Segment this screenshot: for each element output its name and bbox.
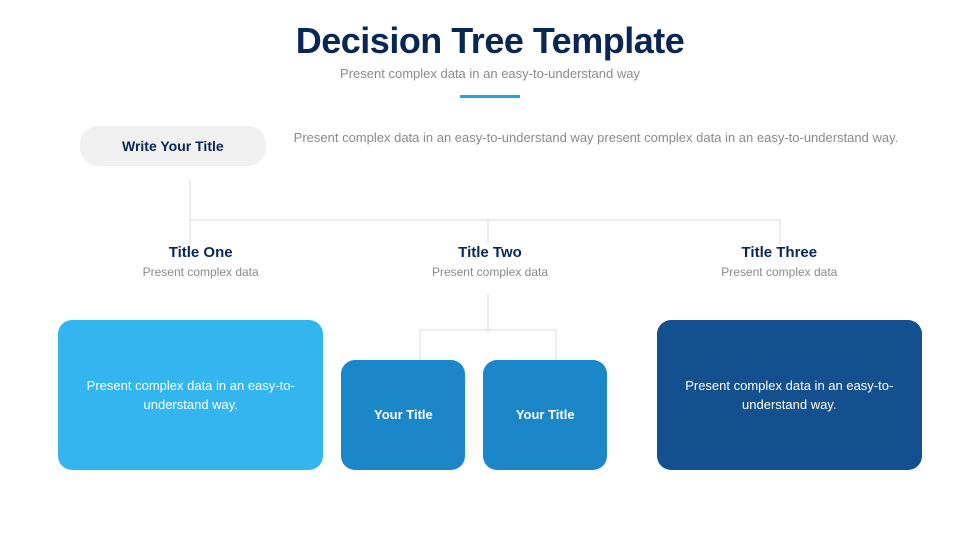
card-left: Present complex data in an easy-to-under… [58,320,323,470]
branch-subtitle: Present complex data [61,265,341,279]
branch-subtitle: Present complex data [639,265,919,279]
root-row: Write Your Title Present complex data in… [0,98,980,166]
root-description: Present complex data in an easy-to-under… [294,126,899,148]
branches-row: Title One Present complex data Title Two… [0,244,980,279]
branch-three: Title Three Present complex data [639,244,919,279]
header: Decision Tree Template Present complex d… [0,0,980,98]
root-node: Write Your Title [80,126,266,166]
page-title: Decision Tree Template [0,20,980,62]
spacer [625,320,638,470]
page-subtitle: Present complex data in an easy-to-under… [0,66,980,81]
card-mid-b: Your Title [483,360,607,470]
branch-two: Title Two Present complex data [350,244,630,279]
branch-title: Title Three [639,244,919,261]
card-right: Present complex data in an easy-to-under… [657,320,922,470]
branch-one: Title One Present complex data [61,244,341,279]
card-mid-a: Your Title [341,360,465,470]
branch-title: Title One [61,244,341,261]
branch-title: Title Two [350,244,630,261]
cards-row: Present complex data in an easy-to-under… [0,320,980,470]
branch-subtitle: Present complex data [350,265,630,279]
